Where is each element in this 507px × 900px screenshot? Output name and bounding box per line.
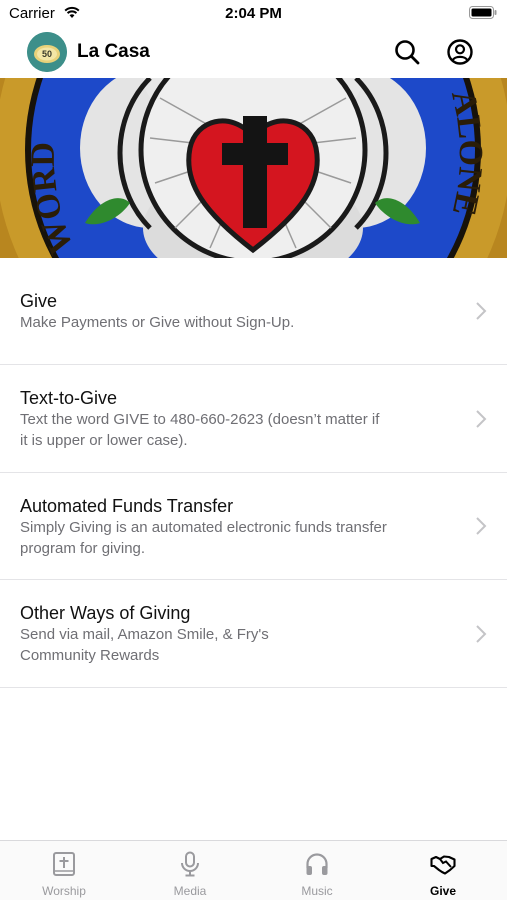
account-icon[interactable]: [446, 38, 474, 66]
tab-give[interactable]: Give: [380, 841, 506, 900]
option-subtitle-line-1: Send via mail, Amazon Smile, & Fry's: [20, 626, 269, 643]
option-subtitle-line-2: program for giving.: [20, 540, 146, 557]
chevron-right-icon: [476, 302, 487, 320]
logo-emblem-icon: 50: [27, 32, 67, 72]
option-subtitle: Make Payments or Give without Sign-Up.: [20, 314, 295, 331]
stained-glass-luther-rose-image: WORD ALONE: [0, 78, 507, 258]
chevron-right-icon: [476, 517, 487, 535]
tab-media[interactable]: Media: [127, 841, 253, 900]
app-header: 50 La Casa: [0, 28, 507, 78]
option-subtitle-line-1: Simply Giving is an automated electronic…: [20, 519, 387, 536]
banner-image: WORD ALONE: [0, 78, 507, 258]
give-option-other-ways[interactable]: Other Ways of Giving Send via mail, Amaz…: [0, 580, 507, 688]
bible-icon: [53, 852, 75, 876]
headphones-icon: [306, 853, 328, 875]
battery-icon: [469, 6, 497, 19]
option-subtitle-line-2: it is upper or lower case).: [20, 432, 188, 449]
give-option-automated-funds-transfer[interactable]: Automated Funds Transfer Simply Giving i…: [0, 473, 507, 580]
option-title: Text-to-Give: [20, 388, 118, 408]
clock: 2:04 PM: [225, 5, 282, 22]
give-option-give[interactable]: Give Make Payments or Give without Sign-…: [0, 258, 507, 365]
option-title: Automated Funds Transfer: [20, 496, 234, 516]
app-title: La Casa: [77, 41, 150, 62]
tab-worship[interactable]: Worship: [1, 841, 127, 900]
microphone-icon: [181, 851, 199, 877]
logo-text: 50: [42, 49, 52, 59]
tab-label: Give: [429, 884, 456, 898]
tab-label: Media: [173, 884, 207, 898]
church-logo: 50: [27, 32, 67, 72]
tab-label: Music: [301, 884, 333, 898]
option-subtitle-line-2: Community Rewards: [20, 647, 160, 664]
handshake-icon: [430, 855, 456, 875]
chevron-right-icon: [476, 624, 487, 643]
tab-bar: Worship Media Music Give: [0, 840, 507, 900]
option-title: Give: [20, 291, 58, 311]
give-option-text-to-give[interactable]: Text-to-Give Text the word GIVE to 480-6…: [0, 365, 507, 473]
option-title: Other Ways of Giving: [20, 603, 191, 623]
tab-label: Worship: [42, 884, 86, 898]
tab-music[interactable]: Music: [254, 841, 380, 900]
chevron-right-icon: [476, 409, 487, 428]
give-options-list: Give Make Payments or Give without Sign-…: [0, 258, 507, 688]
status-bar: Carrier 2:04 PM: [0, 0, 507, 28]
search-icon[interactable]: [393, 38, 421, 66]
option-subtitle-line-1: Text the word GIVE to 480-660-2623 (does…: [20, 411, 380, 428]
